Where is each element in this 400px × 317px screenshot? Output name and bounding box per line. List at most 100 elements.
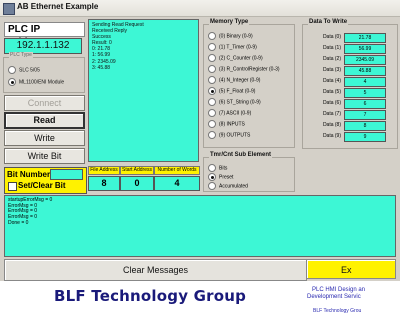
data-label: Data (4) [322, 78, 341, 84]
radio-icon [208, 131, 216, 139]
radio-selected-icon [8, 78, 16, 86]
data-input[interactable]: 6 [344, 99, 386, 109]
data-input[interactable]: 45.88 [344, 66, 386, 76]
radio-selected-icon [208, 87, 216, 95]
memory-type-option[interactable]: (0) Binary (0-9) [208, 32, 253, 40]
data-input[interactable]: 8 [344, 121, 386, 131]
memory-type-label: (8) INPUTS [219, 121, 245, 128]
data-input[interactable]: 5 [344, 88, 386, 98]
company-banner: BLF Technology Group PLC HMI Design an D… [0, 281, 400, 317]
banner-tagline: PLC HMI Design an [312, 287, 366, 293]
memory-type-option-selected[interactable]: (5) F_Float (0-9) [208, 87, 255, 95]
plc-type-legend: PLC Type [9, 52, 33, 58]
ip-address-label: PLC IP Address: [4, 22, 85, 48]
plc-type-group: PLC Type SLC 5/05 ML1100/ENI Module [3, 52, 85, 93]
connect-button[interactable]: Connect [4, 95, 85, 111]
data-input[interactable]: 7 [344, 110, 386, 120]
data-input[interactable]: 56.99 [344, 44, 386, 54]
data-label: Data (0) [322, 34, 341, 40]
data-label: Data (5) [322, 89, 341, 95]
read-button[interactable]: Read [4, 112, 85, 129]
radio-icon [208, 182, 216, 190]
num-words-label: Number of Words [154, 166, 200, 175]
set-clear-checkbox[interactable] [8, 182, 17, 191]
banner-tagline: BLF Technology Grou [313, 308, 362, 314]
data-input[interactable]: 4 [344, 77, 386, 87]
tmr-cnt-option-selected[interactable]: Preset [208, 173, 233, 181]
radio-icon [208, 109, 216, 117]
plc-type-option-label: ML1100/ENI Module [19, 79, 65, 86]
data-input[interactable]: 21.78 [344, 33, 386, 43]
title-bar: AB Ethernet Example [0, 0, 400, 17]
tmr-cnt-group: Tmr/Cnt Sub Element Bits Preset Accumula… [203, 152, 295, 192]
app-icon [3, 3, 15, 15]
plc-type-option-ml1100[interactable]: ML1100/ENI Module [8, 78, 64, 86]
log-line: 3: 45.88 [92, 64, 111, 71]
data-label: Data (8) [322, 122, 341, 128]
app-window: AB Ethernet Example PLC IP Address: 192.… [0, 0, 400, 317]
data-to-write-legend: Data To Write [308, 19, 349, 25]
error-line: Done = 0 [8, 219, 29, 226]
data-label: Data (6) [322, 100, 341, 106]
start-address-input[interactable]: 0 [120, 176, 154, 191]
memory-type-legend: Memory Type [209, 19, 250, 25]
memory-type-option[interactable]: (6) ST_String (0-9) [208, 98, 261, 106]
plc-type-option-label: SLC 5/05 [19, 67, 40, 74]
memory-type-label: (0) Binary (0-9) [219, 33, 253, 40]
memory-type-option[interactable]: (1) T_Timer (0-9) [208, 43, 257, 51]
file-address-input[interactable]: 8 [88, 176, 120, 191]
exit-button[interactable]: Ex [306, 259, 396, 279]
memory-type-option[interactable]: (7) ASCII (0-9) [208, 109, 251, 117]
tmr-cnt-option[interactable]: Bits [208, 164, 227, 172]
clear-messages-button[interactable]: Clear Messages [4, 259, 307, 281]
data-row: Data (7) 7 [308, 110, 391, 120]
start-address-label: Start Address [120, 166, 154, 175]
radio-icon [208, 65, 216, 73]
memory-type-option[interactable]: (8) INPUTS [208, 120, 245, 128]
radio-icon [208, 43, 216, 51]
memory-type-label: (2) C_Counter (0-9) [219, 55, 263, 62]
window-title: AB Ethernet Example [17, 2, 99, 11]
memory-type-label: (4) N_Integer (0-9) [219, 77, 261, 84]
plc-type-option-slc[interactable]: SLC 5/05 [8, 66, 40, 74]
memory-type-label: (5) F_Float (0-9) [219, 88, 256, 95]
tmr-cnt-label: Bits [219, 165, 228, 172]
memory-type-label: (7) ASCII (0-9) [219, 110, 252, 117]
write-button[interactable]: Write [4, 130, 85, 146]
memory-type-label: (9) OUTPUTS [219, 132, 251, 139]
memory-type-option[interactable]: (9) OUTPUTS [208, 131, 250, 139]
radio-selected-icon [208, 173, 216, 181]
data-row: Data (8) 8 [308, 121, 391, 131]
data-label: Data (7) [322, 111, 341, 117]
tmr-cnt-legend: Tmr/Cnt Sub Element [209, 152, 273, 158]
memory-type-option[interactable]: (2) C_Counter (0-9) [208, 54, 263, 62]
memory-type-option[interactable]: (4) N_Integer (0-9) [208, 76, 260, 84]
set-clear-label: Set/Clear Bit [18, 181, 66, 190]
data-row: Data (4) 4 [308, 77, 391, 87]
tmr-cnt-option[interactable]: Accumulated [208, 182, 248, 190]
error-log[interactable]: startupErrorMsg = 0 ErrorMsg = 0 ErrorMsg … [4, 195, 396, 257]
company-logo: BLF Technology Group [54, 287, 247, 305]
response-log[interactable]: Sending Read Request Received Reply Succes… [88, 19, 199, 162]
radio-icon [208, 98, 216, 106]
data-row: Data (9) 9 [308, 132, 391, 142]
memory-type-option[interactable]: (3) R_ControlRegister (0-3) [208, 65, 280, 73]
tmr-cnt-label: Accumulated [219, 183, 248, 190]
data-input[interactable]: 9 [344, 132, 386, 142]
write-bit-button[interactable]: Write Bit [4, 148, 85, 164]
radio-icon [208, 54, 216, 62]
num-words-input[interactable]: 4 [154, 176, 200, 191]
data-label: Data (1) [322, 45, 341, 51]
data-to-write-group: Data To Write Data (0) 21.78 Data (1) 56.9… [302, 19, 398, 149]
radio-icon [208, 120, 216, 128]
bit-number-input[interactable] [50, 169, 83, 180]
data-input[interactable]: 2345.09 [344, 55, 386, 65]
radio-icon [208, 32, 216, 40]
data-row: Data (3) 45.88 [308, 66, 391, 76]
data-row: Data (5) 5 [308, 88, 391, 98]
bit-number-label: Bit Number: [7, 170, 53, 179]
radio-icon [208, 76, 216, 84]
data-label: Data (3) [322, 67, 341, 73]
data-row: Data (0) 21.78 [308, 33, 391, 43]
bit-panel: Bit Number: Set/Clear Bit [4, 167, 87, 194]
